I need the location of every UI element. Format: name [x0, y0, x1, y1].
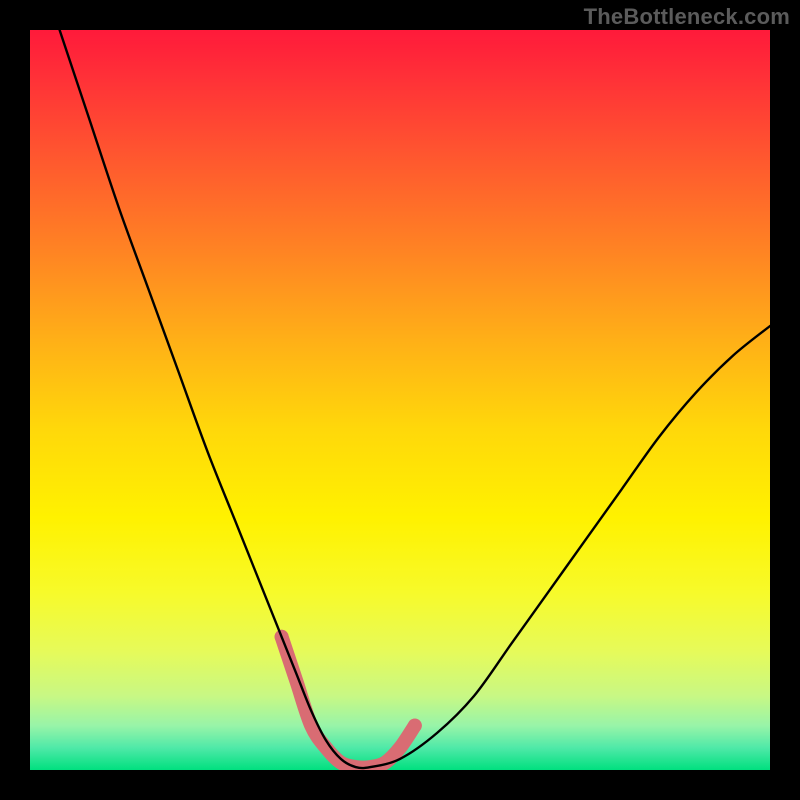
optimal-band-endpoint: [408, 719, 422, 733]
chart-frame: TheBottleneck.com: [0, 0, 800, 800]
watermark-text: TheBottleneck.com: [584, 4, 790, 30]
bottleneck-chart: [30, 30, 770, 770]
gradient-background: [30, 30, 770, 770]
plot-area: [30, 30, 770, 770]
